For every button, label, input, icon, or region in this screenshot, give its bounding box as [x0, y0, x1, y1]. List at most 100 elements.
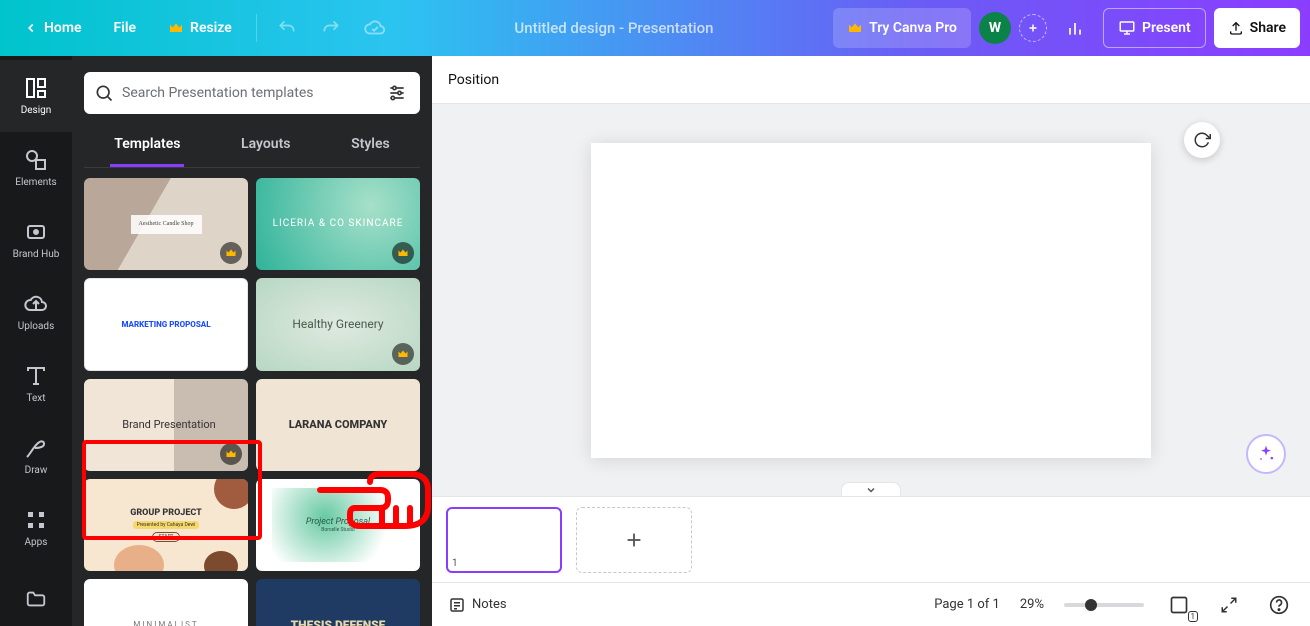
resize-label: Resize	[190, 20, 232, 36]
share-button[interactable]: Share	[1214, 8, 1300, 48]
elements-icon	[24, 148, 48, 172]
template-thumb[interactable]: Healthy Greenery	[256, 278, 420, 370]
topbar: Home File Resize Untitled design - Prese…	[0, 0, 1310, 56]
analytics-button[interactable]	[1055, 8, 1095, 48]
expand-icon	[1220, 596, 1238, 614]
template-start: START	[152, 532, 181, 542]
template-label: MINIMALIST	[129, 616, 202, 626]
tab-styles[interactable]: Styles	[347, 128, 394, 167]
template-label: GROUP PROJECT	[130, 508, 202, 518]
rail-design[interactable]: Design	[0, 60, 72, 132]
tab-layouts[interactable]: Layouts	[237, 128, 294, 167]
zoom-value[interactable]: 29%	[1020, 597, 1044, 612]
grid-view-button[interactable]: 1	[1164, 590, 1194, 620]
search-input[interactable]	[122, 85, 376, 101]
design-icon	[24, 76, 48, 100]
template-studio: Borcelle Studio	[306, 527, 370, 533]
rail-text[interactable]: Text	[0, 348, 72, 420]
canvas-area: Position 1 Notes	[432, 56, 1310, 626]
pro-badge	[392, 242, 414, 264]
template-thumb[interactable]: Project Proposal Borcelle Studio	[256, 479, 420, 571]
sliders-icon	[387, 83, 407, 103]
template-label: THESIS DEFENSE	[287, 614, 390, 626]
rail-uploads[interactable]: Uploads	[0, 276, 72, 348]
avatar[interactable]: W	[979, 12, 1011, 44]
draw-icon	[24, 436, 48, 460]
template-thumb[interactable]: Brand Presentation	[84, 379, 248, 471]
cloud-sync-button[interactable]	[355, 8, 395, 48]
help-button[interactable]	[1264, 590, 1294, 620]
template-thumb[interactable]: LARANA COMPANY	[256, 379, 420, 471]
text-icon	[24, 364, 48, 388]
undo-button[interactable]	[267, 8, 307, 48]
bar-chart-icon	[1065, 18, 1085, 38]
page-info: Page 1 of 1	[934, 597, 1000, 612]
search-wrap	[84, 72, 420, 114]
rail-elements[interactable]: Elements	[0, 132, 72, 204]
present-button[interactable]: Present	[1103, 8, 1206, 48]
crown-icon	[397, 247, 409, 259]
rail-draw-label: Draw	[25, 465, 48, 476]
add-slide-button[interactable]	[576, 507, 692, 573]
file-menu[interactable]: File	[100, 8, 151, 48]
filmstrip-slide-number: 1	[452, 558, 458, 569]
crown-icon	[397, 348, 409, 360]
rail-brand-hub[interactable]: Brand Hub	[0, 204, 72, 276]
stage[interactable]	[432, 104, 1310, 496]
filmstrip-slide[interactable]: 1	[446, 507, 562, 573]
try-pro-button[interactable]: Try Canva Pro	[833, 8, 971, 48]
tab-templates[interactable]: Templates	[110, 128, 184, 167]
divider	[256, 14, 257, 42]
template-thumb[interactable]: MINIMALIST	[84, 579, 248, 626]
template-label: LICERIA & CO SKINCARE	[269, 214, 408, 234]
ai-assistant-fab[interactable]	[1246, 434, 1286, 474]
home-button[interactable]: Home	[10, 8, 96, 48]
template-thumb-group-project[interactable]: GROUP PROJECT Presented by Cahaya Dewi S…	[84, 479, 248, 571]
add-collaborator-button[interactable]	[1019, 14, 1047, 42]
refresh-fab[interactable]	[1184, 122, 1220, 158]
slide-canvas[interactable]	[591, 143, 1151, 458]
left-rail: Design Elements Brand Hub Uploads Text D…	[0, 56, 72, 626]
stage-collapse-handle[interactable]	[841, 482, 901, 496]
rail-apps[interactable]: Apps	[0, 492, 72, 564]
zoom-slider[interactable]	[1064, 603, 1144, 607]
notes-button[interactable]: Notes	[448, 596, 507, 614]
zoom-slider-knob[interactable]	[1085, 599, 1097, 611]
file-label: File	[114, 20, 137, 36]
crown-icon	[225, 247, 237, 259]
chevron-left-icon	[24, 21, 38, 35]
notes-label: Notes	[472, 597, 507, 612]
fullscreen-button[interactable]	[1214, 590, 1244, 620]
document-title[interactable]: Untitled design - Presentation	[395, 19, 833, 37]
refresh-icon	[1193, 131, 1211, 149]
plus-icon	[623, 529, 645, 551]
template-grid-scroll[interactable]: Aesthetic Candle Shop LICERIA & CO SKINC…	[84, 178, 420, 626]
rail-draw[interactable]: Draw	[0, 420, 72, 492]
rail-uploads-label: Uploads	[18, 321, 54, 332]
upload-icon	[1228, 20, 1244, 36]
resize-button[interactable]: Resize	[154, 8, 246, 48]
help-icon	[1269, 595, 1289, 615]
position-button[interactable]: Position	[448, 72, 499, 88]
redo-button[interactable]	[311, 8, 351, 48]
pro-badge	[220, 242, 242, 264]
template-label: Healthy Greenery	[288, 313, 387, 335]
template-thumb[interactable]: LICERIA & CO SKINCARE	[256, 178, 420, 270]
plus-icon	[1027, 22, 1039, 34]
cloud-check-icon	[364, 17, 386, 39]
template-thumb[interactable]: THESIS DEFENSE	[256, 579, 420, 626]
rail-folder-button[interactable]	[25, 572, 47, 626]
undo-icon	[277, 18, 297, 38]
template-presenter: Presented by Cahaya Dewi	[133, 521, 200, 529]
search-filters-button[interactable]	[384, 80, 410, 106]
template-thumb[interactable]: MARKETING PROPOSAL	[84, 278, 248, 370]
design-panel: Templates Layouts Styles Aesthetic Candl…	[72, 56, 432, 626]
avatar-initial: W	[989, 20, 1001, 36]
template-label: Project Proposal	[306, 517, 370, 527]
template-label: MARKETING PROPOSAL	[121, 320, 210, 329]
template-thumb[interactable]: Aesthetic Candle Shop	[84, 178, 248, 270]
status-bar: Notes Page 1 of 1 29% 1	[432, 582, 1310, 626]
redo-icon	[321, 18, 341, 38]
rail-brandhub-label: Brand Hub	[13, 249, 60, 260]
rail-text-label: Text	[26, 393, 45, 404]
